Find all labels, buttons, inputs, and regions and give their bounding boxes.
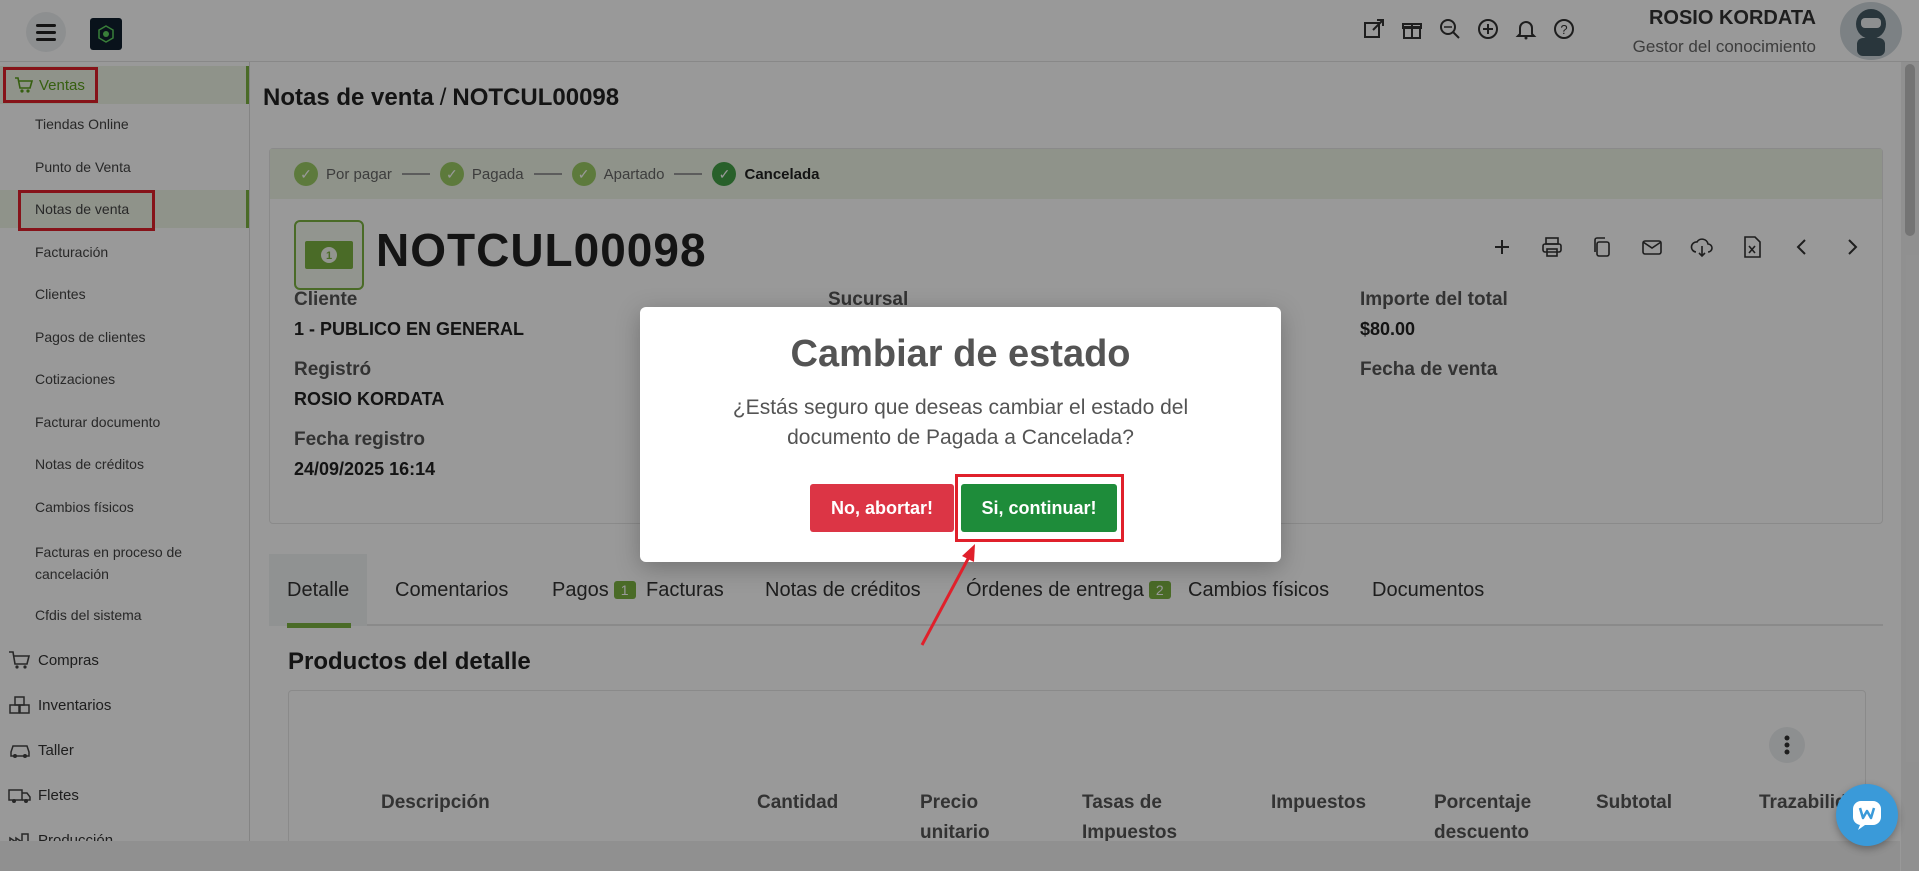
- confirm-button[interactable]: Si, continuar!: [961, 484, 1117, 532]
- dialog-message: ¿Estás seguro que deseas cambiar el esta…: [732, 396, 1189, 449]
- cancel-button[interactable]: No, abortar!: [810, 484, 954, 532]
- chat-icon: [1853, 801, 1881, 830]
- dialog-title: Cambiar de estado: [790, 333, 1131, 375]
- confirm-dialog: Cambiar de estado ¿Estás seguro que dese…: [640, 307, 1281, 562]
- chat-support-button[interactable]: [1836, 784, 1898, 846]
